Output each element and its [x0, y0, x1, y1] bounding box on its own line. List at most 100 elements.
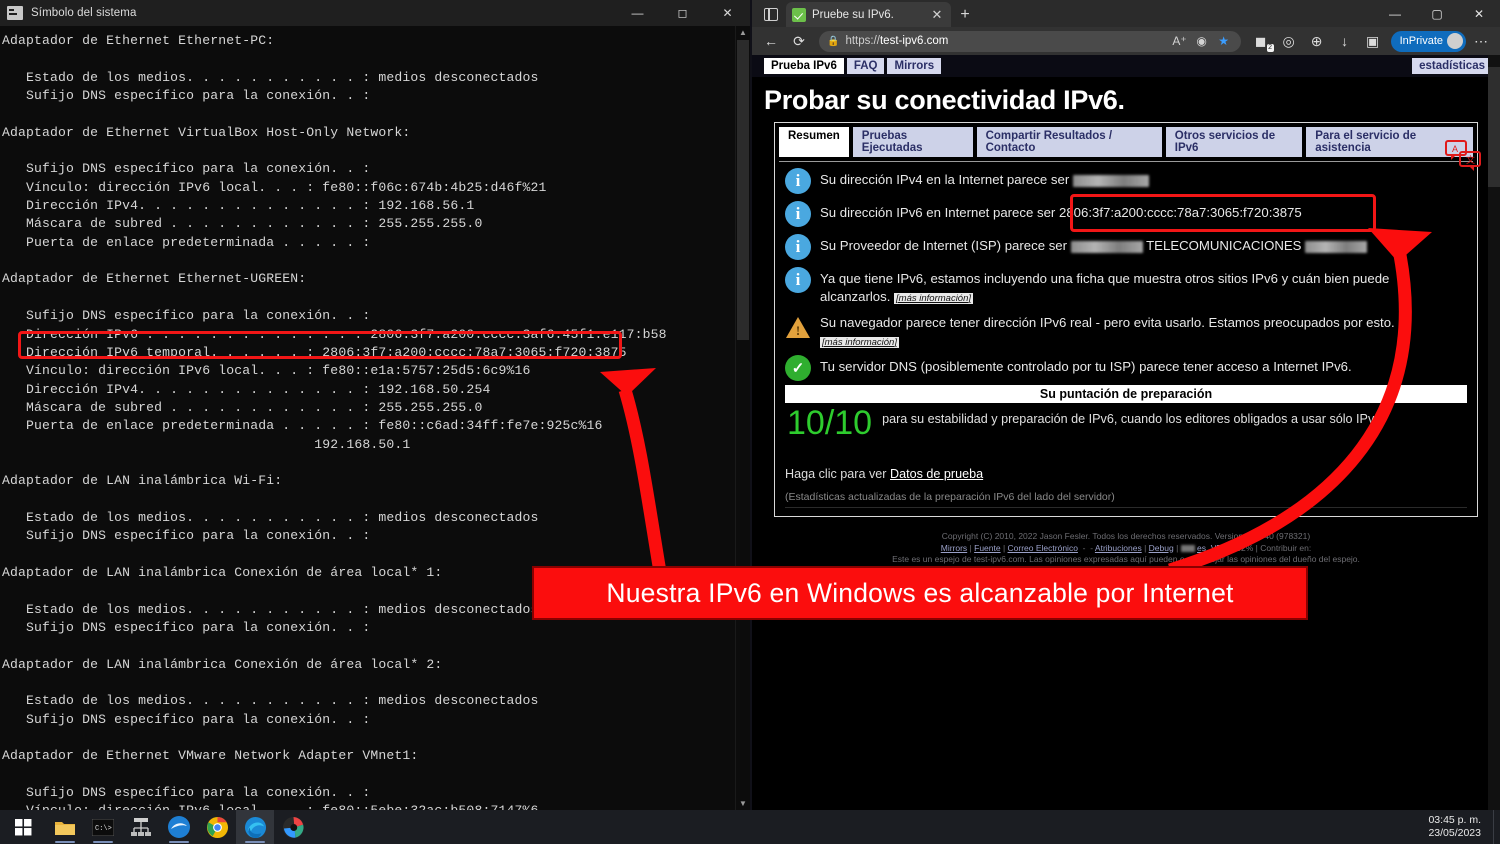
- score-description: para su estabilidad y preparación de IPv…: [882, 412, 1382, 426]
- edge-dev-icon[interactable]: [274, 810, 312, 844]
- read-aloud-icon[interactable]: A⁺: [1169, 34, 1191, 48]
- footer-contribute: | Contribuir en:: [1255, 542, 1312, 553]
- info-icon: i: [785, 201, 811, 227]
- tab-resumen[interactable]: Resumen: [779, 127, 849, 157]
- url-scheme: https://: [845, 35, 880, 47]
- taskbar-clock[interactable]: 03:45 p. m. 23/05/2023: [1428, 814, 1493, 840]
- browser-minimize-button[interactable]: —: [1374, 0, 1416, 27]
- tab-otros-servicios[interactable]: Otros servicios de IPv6: [1165, 127, 1303, 157]
- show-desktop-button[interactable]: [1493, 810, 1500, 844]
- info-icon: i: [785, 168, 811, 194]
- cmd-titlebar[interactable]: Símbolo del sistema — ◻ ✕: [0, 0, 750, 26]
- page-content[interactable]: Prueba IPv6 FAQ Mirrors estadísticas Pro…: [752, 55, 1500, 810]
- translate-icon[interactable]: A 文: [1444, 139, 1484, 173]
- cmd-maximize-button[interactable]: ◻: [660, 0, 705, 26]
- footer-link-atribuciones[interactable]: Atribuciones: [1095, 543, 1142, 553]
- footer-link-correo[interactable]: Correo Electrónico: [1008, 543, 1078, 553]
- green-check-icon: [792, 7, 806, 22]
- profile-inprivate-button[interactable]: InPrivate: [1390, 30, 1466, 52]
- test-data-link[interactable]: Datos de prueba: [890, 467, 983, 481]
- windows-taskbar[interactable]: C:\> 03:45 p. m. 23/05/2023: [0, 810, 1500, 844]
- command-prompt-icon[interactable]: C:\>: [84, 810, 122, 844]
- close-icon[interactable]: ✕: [929, 7, 945, 23]
- cmd-minimize-button[interactable]: —: [615, 0, 660, 26]
- split-screen-icon[interactable]: ◉: [1191, 34, 1213, 48]
- downloads-icon[interactable]: ↓: [1332, 29, 1358, 53]
- chrome-icon[interactable]: [198, 810, 236, 844]
- footer-link-fuente[interactable]: Fuente: [974, 543, 1000, 553]
- browser-tab[interactable]: Pruebe su IPv6. ✕: [786, 2, 951, 27]
- cmd-scroll-up-arrow[interactable]: ▲: [736, 26, 750, 39]
- address-bar-text[interactable]: https://test-ipv6.com: [845, 35, 1168, 47]
- clock-time: 03:45 p. m.: [1428, 814, 1481, 826]
- result-isp-label: Su Proveedor de Internet (ISP) parece se…: [820, 238, 1071, 253]
- result-isp-value: TELECOMUNICACIONES: [1142, 238, 1306, 253]
- site-nav-item-faq[interactable]: FAQ: [846, 58, 885, 74]
- footer-link-debug[interactable]: Debug: [1149, 543, 1174, 553]
- cmd-output-text: Adaptador de Ethernet Ethernet-PC: Estad…: [2, 33, 667, 810]
- tab-pruebas-ejecutadas[interactable]: Pruebas Ejecutadas: [852, 127, 973, 157]
- cmd-window-buttons: — ◻ ✕: [615, 0, 750, 26]
- more-info-link[interactable]: [más información]: [820, 336, 899, 348]
- file-explorer-icon[interactable]: [46, 810, 84, 844]
- taskbar-open-indicator: [93, 841, 113, 843]
- start-icon[interactable]: [0, 810, 46, 844]
- result-row-ipv6: i Su dirección IPv6 en Internet parece s…: [785, 201, 1467, 227]
- tab-actions-icon[interactable]: [756, 1, 786, 27]
- page-scrollbar[interactable]: [1488, 55, 1500, 810]
- cmd-close-button[interactable]: ✕: [705, 0, 750, 26]
- blue-app-icon[interactable]: [160, 810, 198, 844]
- result-ipv6-label: Su dirección IPv6 en Internet parece ser: [820, 205, 1059, 220]
- browser-window-buttons: — ▢ ✕: [1374, 0, 1500, 27]
- panel-tabs[interactable]: Resumen Pruebas Ejecutadas Compartir Res…: [775, 123, 1477, 157]
- browser-nav-bar[interactable]: ← ⟳ 🔒 https://test-ipv6.com A⁺ ◉ ★ ◼ 2 ◎ …: [752, 27, 1500, 55]
- cmd-scroll-thumb[interactable]: [737, 40, 749, 340]
- browser-essentials-icon[interactable]: ◎: [1276, 29, 1302, 53]
- cmd-scrollbar[interactable]: ▲ ▼: [735, 26, 750, 810]
- cmd-output-area[interactable]: Adaptador de Ethernet Ethernet-PC: Estad…: [0, 26, 750, 810]
- lock-icon: 🔒: [827, 35, 840, 47]
- result-navegador-label: Su navegador parece tener dirección IPv6…: [820, 315, 1395, 330]
- command-prompt-window[interactable]: Símbolo del sistema — ◻ ✕ Adaptador de E…: [0, 0, 750, 810]
- favorite-star-icon[interactable]: ★: [1213, 34, 1235, 48]
- result-row-navegador-text: Su navegador parece tener dirección IPv6…: [820, 314, 1395, 351]
- network-tool-icon[interactable]: [122, 810, 160, 844]
- site-nav-item-estadisticas[interactable]: estadísticas: [1412, 58, 1492, 74]
- warning-icon: !: [785, 314, 811, 340]
- footer-link-locale[interactable]: es_VE: [1197, 543, 1222, 553]
- new-tab-button[interactable]: +: [951, 3, 979, 27]
- copilot-icon[interactable]: ▣: [1360, 29, 1386, 53]
- cmd-title-text: Símbolo del sistema: [31, 7, 137, 19]
- success-icon: ✓: [785, 355, 811, 381]
- collections-icon[interactable]: ⊕: [1304, 29, 1330, 53]
- edge-icon[interactable]: [236, 810, 274, 844]
- extension-badge-icon[interactable]: ◼ 2: [1248, 29, 1274, 53]
- result-row-navegador: ! Su navegador parece tener dirección IP…: [785, 314, 1467, 351]
- avatar: [1447, 33, 1463, 49]
- site-nav-item-prueba[interactable]: Prueba IPv6: [764, 58, 844, 74]
- result-row-ficha-text: Ya que tiene IPv6, estamos incluyendo un…: [820, 267, 1430, 307]
- page-footer: Copyright (C) 2010, 2022 Jason Fesler. T…: [752, 531, 1500, 566]
- annotation-banner: Nuestra IPv6 en Windows es alcanzable po…: [532, 566, 1308, 620]
- footer-links[interactable]: Mirrors | Fuente | Correo Electrónico - …: [752, 543, 1500, 555]
- reload-icon[interactable]: ⟳: [786, 29, 812, 53]
- address-bar[interactable]: 🔒 https://test-ipv6.com A⁺ ◉ ★: [819, 30, 1241, 52]
- page-title: Probar su conectividad IPv6.: [764, 85, 1125, 115]
- site-nav[interactable]: Prueba IPv6 FAQ Mirrors estadísticas: [752, 55, 1500, 77]
- browser-close-button[interactable]: ✕: [1458, 0, 1500, 27]
- more-info-link[interactable]: [más información]: [894, 292, 974, 304]
- edge-browser-window[interactable]: Pruebe su IPv6. ✕ + — ▢ ✕ ← ⟳ 🔒 https://…: [752, 0, 1500, 810]
- test-data-line: Haga clic para ver Datos de prueba: [785, 467, 1467, 481]
- browser-maximize-button[interactable]: ▢: [1416, 0, 1458, 27]
- back-icon[interactable]: ←: [758, 29, 784, 53]
- footer-link-mirrors[interactable]: Mirrors: [941, 543, 967, 553]
- taskbar-open-indicator: [169, 841, 189, 843]
- page-scroll-thumb[interactable]: [1488, 67, 1500, 187]
- cmd-scroll-down-arrow[interactable]: ▼: [736, 797, 750, 810]
- svg-text:C:\>: C:\>: [95, 825, 112, 833]
- settings-more-icon[interactable]: ⋯: [1468, 29, 1494, 53]
- site-nav-item-mirrors[interactable]: Mirrors: [887, 58, 942, 74]
- tab-compartir-resultados[interactable]: Compartir Resultados / Contacto: [976, 127, 1162, 157]
- browser-tab-strip[interactable]: Pruebe su IPv6. ✕ + — ▢ ✕: [752, 0, 1500, 27]
- footer-flag-icon: [1180, 544, 1195, 552]
